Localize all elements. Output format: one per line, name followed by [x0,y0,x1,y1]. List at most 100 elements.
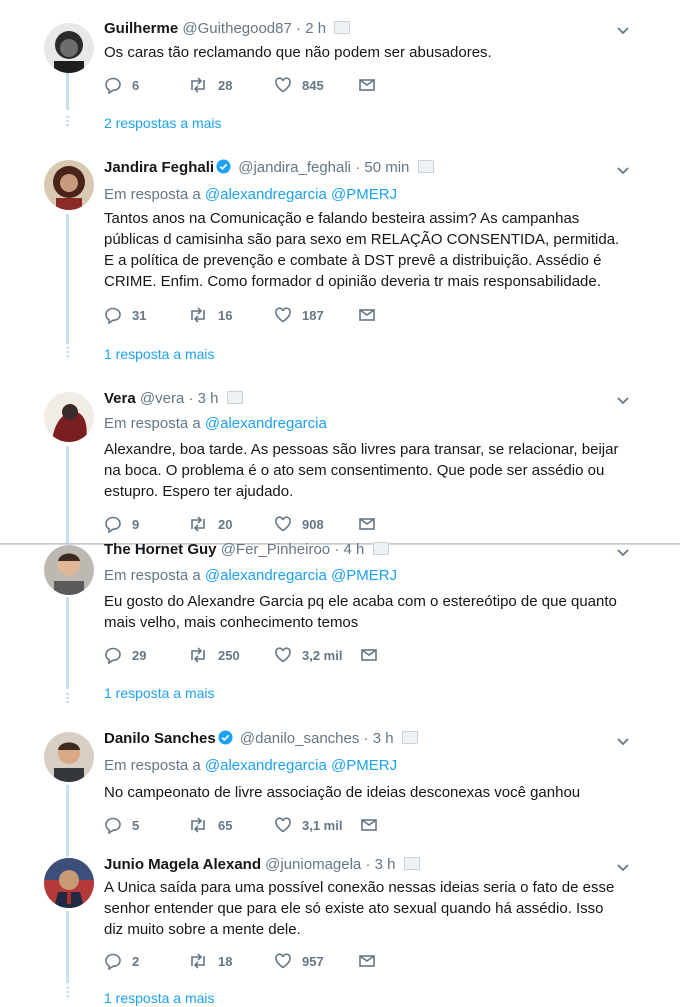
chevron-down-icon[interactable] [616,164,630,178]
like-button[interactable]: 957 [274,952,324,972]
like-icon [275,953,291,969]
reply-button[interactable]: 6 [104,76,139,96]
reply-button[interactable]: 31 [104,306,146,326]
like-button[interactable]: 908 [274,515,324,535]
avatar[interactable] [44,392,94,442]
timestamp[interactable]: 50 min [364,159,409,176]
replying-prefix: Em resposta a [104,186,201,203]
retweet-count: 20 [218,517,233,532]
chevron-down-icon[interactable] [616,735,630,749]
reply-icon [105,516,121,534]
photo-icon [401,731,418,744]
tweet-text: A Unica saída para uma possível conexão … [104,879,615,938]
tweet-text: Tantos anos na Comunicação e falando bes… [104,210,620,290]
reply-to-mentions[interactable]: @alexandregarcia @PMERJ [205,757,397,774]
retweet-button[interactable]: 65 [188,816,232,836]
like-button[interactable]: 3,1 mil [274,816,342,836]
reply-to-mentions[interactable]: @alexandregarcia @PMERJ [205,567,397,584]
avatar[interactable] [44,160,94,210]
message-button[interactable] [358,306,386,326]
retweet-button[interactable]: 18 [188,952,232,972]
more-replies-link[interactable]: 1 resposta a mais [104,345,215,363]
tweet[interactable]: Vera @vera · 3 h Em resposta a @alexandr… [0,378,680,544]
message-button[interactable] [358,952,386,972]
reply-icon [105,953,121,971]
author-name[interactable]: The Hornet Guy [104,541,217,558]
replying-prefix: Em resposta a [104,567,201,584]
reply-button[interactable]: 2 [104,952,139,972]
photo-icon [226,391,243,404]
tweet[interactable]: Jandira Feghali @jandira_feghali · 50 mi… [0,148,680,379]
author-name[interactable]: Vera [104,390,136,407]
author-name[interactable]: Danilo Sanches [104,730,216,747]
tweet[interactable]: Danilo Sanches @danilo_sanches · 3 h Em … [0,719,680,849]
timestamp[interactable]: 3 h [375,856,396,873]
timestamp[interactable]: 3 h [373,730,394,747]
message-button[interactable] [360,646,388,666]
tweet-header: Guilherme @Guithegood87 · 2 h [104,19,351,39]
tweet-header: Danilo Sanches @danilo_sanches · 3 h [104,729,418,749]
tweet-header: Junio Magela Alexand @juniomagela · 3 h [104,855,420,875]
like-button[interactable]: 3,2 mil [274,646,342,666]
verified-icon [218,730,233,745]
author-name[interactable]: Junio Magela Alexand [104,856,261,873]
tweet[interactable]: The Hornet Guy @Fer_Pinheiroo · 4 h Em r… [0,541,680,720]
more-replies-link[interactable]: 2 respostas a mais [104,114,222,132]
like-button[interactable]: 845 [274,76,324,96]
reply-button[interactable]: 5 [104,816,139,836]
retweet-button[interactable]: 20 [188,515,232,535]
retweet-button[interactable]: 28 [188,76,232,96]
tweet[interactable]: Junio Magela Alexand @juniomagela · 3 h … [0,849,680,1007]
chevron-down-icon[interactable] [616,394,630,408]
tweet-header: The Hornet Guy @Fer_Pinheiroo · 4 h [104,540,389,560]
message-button[interactable] [358,515,386,535]
message-icon [359,518,375,530]
retweet-button[interactable]: 16 [188,306,232,326]
more-replies-link[interactable]: 1 resposta a mais [104,684,215,702]
replying-to: Em resposta a @alexandregarcia @PMERJ [104,566,397,586]
replying-prefix: Em resposta a [104,757,201,774]
author-name[interactable]: Jandira Feghali [104,159,214,176]
timestamp[interactable]: 4 h [343,541,364,558]
author-name[interactable]: Guilherme [104,20,178,37]
chevron-down-icon[interactable] [616,24,630,38]
reply-to-mentions[interactable]: @alexandregarcia @PMERJ [205,186,397,203]
separator-dot: · [296,20,302,37]
author-handle[interactable]: @juniomagela [265,856,361,873]
timestamp[interactable]: 3 h [198,390,219,407]
thread-line [66,446,69,544]
avatar[interactable] [44,23,94,73]
more-replies-link[interactable]: 1 resposta a mais [104,989,215,1007]
avatar[interactable] [44,858,94,908]
author-handle[interactable]: @Guithegood87 [182,20,291,37]
like-icon [275,516,291,532]
reply-to-mentions[interactable]: @alexandregarcia [205,415,327,432]
photo-icon [403,857,420,870]
like-icon [275,77,291,93]
reply-count: 29 [132,648,147,663]
verified-icon [216,159,231,174]
retweet-icon [191,953,205,969]
message-button[interactable] [360,816,388,836]
author-handle[interactable]: @danilo_sanches [240,730,359,747]
like-button[interactable]: 187 [274,306,324,326]
reply-button[interactable]: 29 [104,646,146,666]
reply-count: 5 [132,818,140,833]
thread-dots [66,693,69,705]
like-count: 908 [302,517,324,532]
chevron-down-icon[interactable] [616,546,630,560]
author-handle[interactable]: @Fer_Pinheiroo [221,541,330,558]
replying-to: Em resposta a @alexandregarcia [104,414,327,434]
author-handle[interactable]: @vera [140,390,184,407]
retweet-button[interactable]: 250 [188,646,240,666]
tweet[interactable]: Guilherme @Guithegood87 · 2 h Os caras t… [0,0,680,149]
reply-button[interactable]: 9 [104,515,139,535]
avatar[interactable] [44,545,94,595]
timestamp[interactable]: 2 h [305,20,326,37]
message-button[interactable] [358,76,386,96]
thread-dots [66,347,69,359]
author-handle[interactable]: @jandira_feghali [238,159,351,176]
message-icon [359,79,375,91]
avatar[interactable] [44,732,94,782]
chevron-down-icon[interactable] [616,861,630,875]
